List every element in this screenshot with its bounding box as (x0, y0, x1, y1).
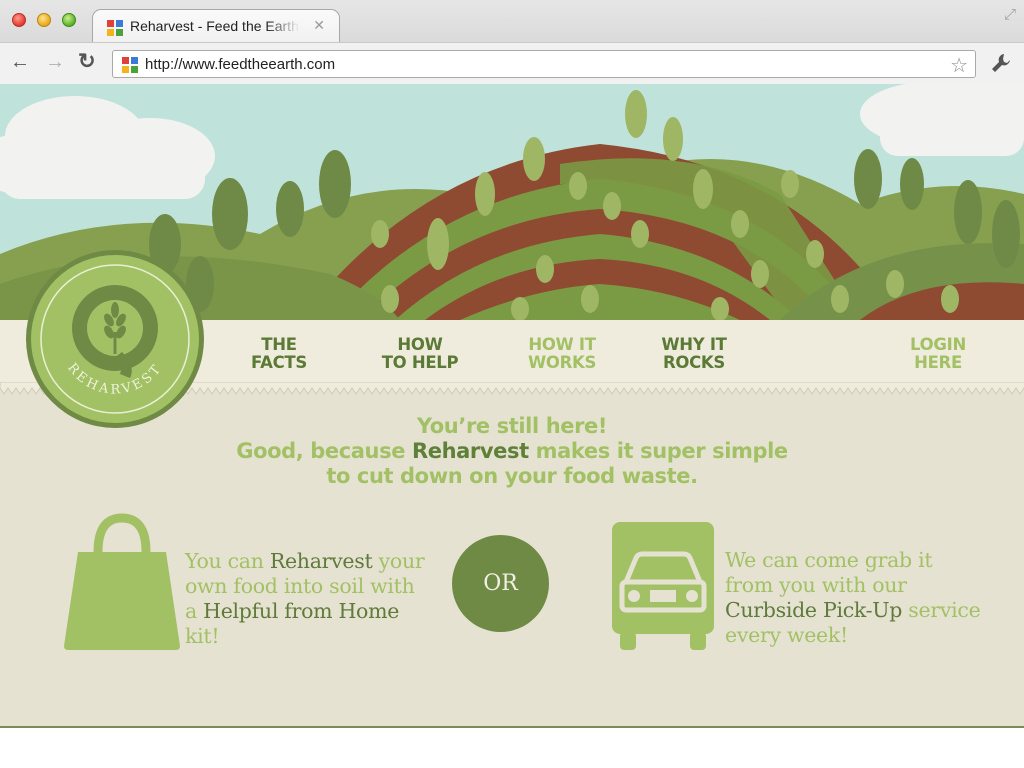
nav-link-label: WORKS (527, 353, 597, 372)
nav-link-label: WHY IT (661, 335, 727, 354)
nav-link-label: LOGIN (910, 335, 966, 354)
nav-link-label: TO HELP (381, 353, 459, 372)
headline: You’re still here! Good, because Reharve… (180, 414, 844, 489)
headline-text: makes it super simple (528, 439, 789, 463)
nav-link-label: HOW IT (528, 335, 596, 354)
browser-tab[interactable]: Reharvest - Feed the Earth ✕ (92, 9, 340, 42)
star-icon[interactable]: ☆ (950, 53, 968, 78)
truck-icon[interactable] (608, 522, 718, 652)
nav-link-label: ROCKS (662, 353, 725, 372)
pickup-description: We can come grab it from you with our Cu… (725, 548, 985, 648)
tab-close-icon[interactable]: ✕ (313, 17, 325, 34)
nav-link-label: HERE (914, 353, 962, 372)
tab-title: Reharvest - Feed the Earth (130, 18, 299, 34)
address-bar[interactable]: http://www.feedtheearth.com ☆ (112, 50, 976, 78)
headline-line: to cut down on your food waste. (326, 464, 698, 488)
brand-name: Reharvest (269, 549, 373, 573)
below-page-area (0, 728, 1024, 768)
brand-name: Reharvest (411, 439, 529, 463)
webpage: THE FACTS HOW TO HELP HOW IT WORKS WHY I… (0, 84, 1024, 728)
nav-link-how-to-help[interactable]: HOW TO HELP (372, 336, 468, 372)
nav-link-label: FACTS (251, 353, 307, 372)
home-kit-description: You can Reharvest your own food into soi… (185, 549, 425, 649)
reharvest-logo[interactable]: REHARVEST (24, 248, 206, 430)
nav-link-label: HOW (397, 335, 443, 354)
headline-text: Good, because (236, 439, 412, 463)
nav-link-label: THE (261, 335, 297, 354)
copy-text: kit! (185, 624, 220, 648)
site-favicon-icon (107, 20, 123, 36)
forward-arrow-icon[interactable]: → (45, 51, 65, 74)
service-name: Curbside Pick-Up (725, 598, 903, 622)
fullscreen-icon[interactable]: ⤢ (1004, 6, 1016, 23)
cloud-right (860, 84, 1024, 156)
wrench-icon[interactable] (990, 52, 1012, 74)
copy-text: We can come grab it from you with our (725, 548, 933, 597)
minimize-window-button[interactable] (37, 13, 51, 27)
nav-link-the-facts[interactable]: THE FACTS (236, 336, 322, 372)
zoom-window-button[interactable] (62, 13, 76, 27)
copy-text: You can (185, 549, 270, 573)
browser-chrome: Reharvest - Feed the Earth ✕ ⤢ ← → ↻ htt… (0, 0, 1024, 84)
url-text[interactable]: http://www.feedtheearth.com (145, 56, 335, 73)
nav-link-how-it-works[interactable]: HOW IT WORKS (518, 336, 606, 372)
kit-name: Helpful from Home (203, 599, 400, 623)
nav-link-login[interactable]: LOGIN HERE (896, 336, 980, 372)
or-badge: OR (452, 535, 549, 632)
nav-link-why-it-rocks[interactable]: WHY IT ROCKS (650, 336, 738, 372)
reload-icon[interactable]: ↻ (78, 49, 96, 74)
headline-line: You’re still here! (416, 414, 608, 438)
back-arrow-icon[interactable]: ← (10, 51, 30, 74)
close-window-button[interactable] (12, 13, 26, 27)
site-favicon-icon (122, 57, 138, 73)
browser-toolbar: ← → ↻ http://www.feedtheearth.com ☆ (0, 42, 1024, 84)
headline-line: Good, because Reharvest makes it super s… (180, 439, 844, 464)
shopping-bag-icon[interactable] (64, 512, 180, 650)
